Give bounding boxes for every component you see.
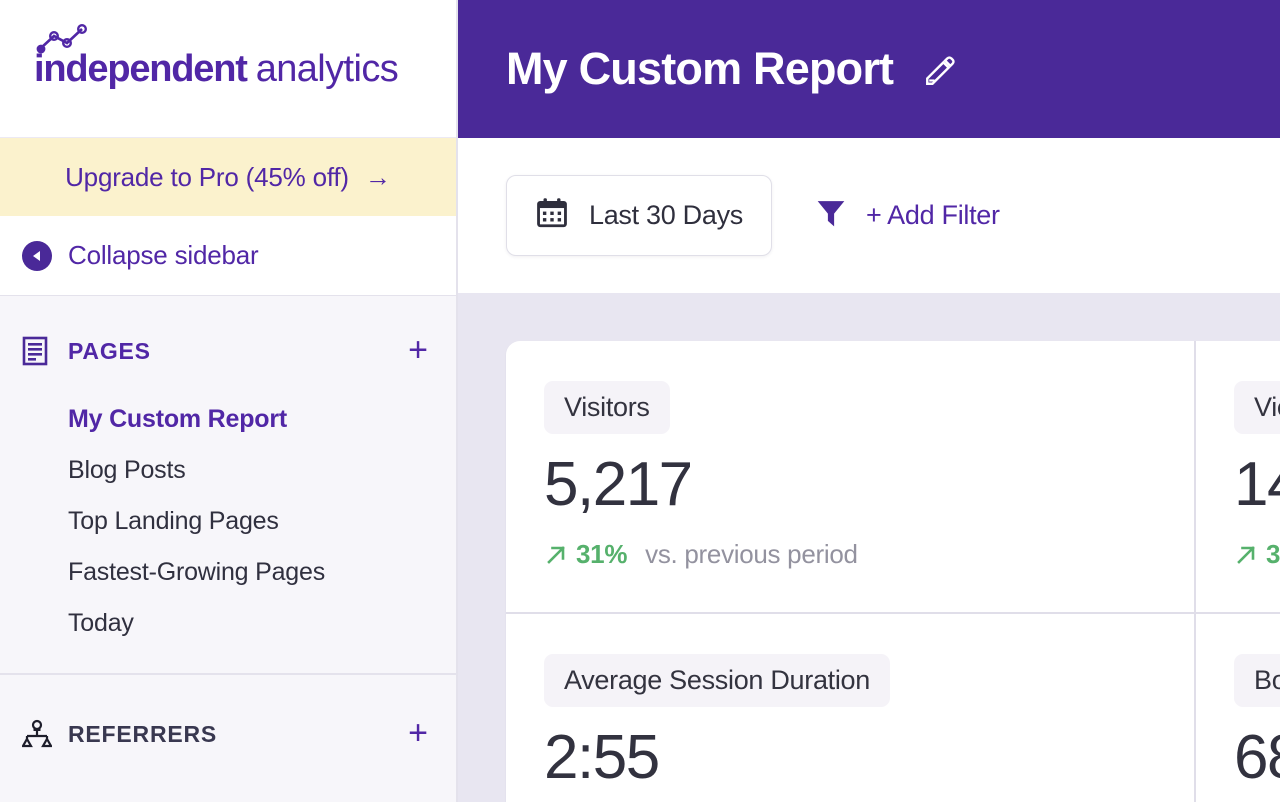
stat-label: Average Session Duration (544, 654, 890, 708)
sidebar-item-my-custom-report[interactable]: My Custom Report (0, 394, 456, 445)
main-panel: My Custom Report Last 30 Days + Add Filt… (458, 0, 1280, 802)
referrers-section-header: REFERRERS + (0, 716, 456, 750)
sidebar: independent analytics Upgrade to Pro (45… (0, 0, 458, 802)
logo-area: independent analytics (0, 0, 456, 138)
arrow-right-icon: → (364, 162, 391, 192)
sidebar-item-blog-posts[interactable]: Blog Posts (0, 445, 456, 496)
brand-logo[interactable]: independent analytics (34, 23, 399, 90)
stat-delta: 3 (1234, 539, 1280, 570)
stat-delta-value: 3 (1266, 539, 1280, 570)
stat-label: Views (1234, 381, 1280, 434)
trend-up-icon-group: 3 (1234, 539, 1280, 570)
report-toolbar: Last 30 Days + Add Filter (458, 138, 1280, 293)
chevron-left-circle-icon (22, 240, 52, 271)
stat-value: 14 (1234, 450, 1280, 519)
report-content: Visitors 5,217 31% vs. previous period V (458, 293, 1280, 802)
stat-card-bounce-rate[interactable]: Bounce Rate 68 (1196, 614, 1280, 802)
add-referrer-button[interactable]: + (408, 716, 428, 750)
pages-section-header: PAGES + (0, 333, 456, 367)
stat-delta-value: 31% (576, 539, 628, 570)
funnel-icon (814, 196, 848, 235)
sidebar-item-today[interactable]: Today (0, 598, 456, 649)
sidebar-item-top-landing-pages[interactable]: Top Landing Pages (0, 496, 456, 547)
document-lines-icon (22, 336, 56, 366)
stat-value: 68 (1234, 723, 1280, 793)
sidebar-item-fastest-growing-pages[interactable]: Fastest-Growing Pages (0, 547, 456, 598)
stat-value: 5,217 (544, 450, 693, 519)
upgrade-label: Upgrade to Pro (45% off) (65, 161, 349, 192)
page-header: My Custom Report (458, 0, 1280, 138)
arrow-up-right-icon (547, 545, 565, 564)
stat-label: Visitors (544, 381, 670, 434)
stat-delta: 31% vs. previous period (544, 539, 1156, 570)
stats-card-grid: Visitors 5,217 31% vs. previous period V (506, 341, 1280, 802)
add-filter-button[interactable]: + Add Filter (814, 196, 1000, 235)
add-filter-label: + Add Filter (865, 200, 1000, 230)
add-page-button[interactable]: + (408, 333, 428, 367)
stat-card-average-session-duration[interactable]: Average Session Duration 2:55 12% vs. pr… (506, 614, 1196, 802)
app-root: independent analytics Upgrade to Pro (45… (0, 0, 1280, 802)
sidebar-section-referrers: REFERRERS + (0, 675, 456, 801)
arrow-up-right-icon (1237, 545, 1255, 564)
stat-label: Bounce Rate (1234, 654, 1280, 708)
stat-delta-note: vs. previous period (645, 539, 858, 570)
trend-up-icon-group: 31% (544, 539, 627, 570)
stat-card-views[interactable]: Views 14 3 (1196, 341, 1280, 615)
pages-section-title: PAGES (68, 337, 151, 364)
sitemap-icon (22, 719, 56, 749)
calendar-icon (535, 196, 569, 235)
upgrade-to-pro-banner[interactable]: Upgrade to Pro (45% off) → (0, 138, 456, 216)
sidebar-section-pages: PAGES + My Custom Report Blog Posts Top … (0, 296, 456, 675)
stat-card-visitors[interactable]: Visitors 5,217 31% vs. previous period (506, 341, 1196, 615)
logo-word-analytics: analytics (255, 47, 399, 90)
referrers-section-title: REFERRERS (68, 720, 218, 747)
pencil-icon[interactable] (923, 54, 957, 88)
page-title: My Custom Report (506, 43, 894, 94)
collapse-sidebar-button[interactable]: Collapse sidebar (0, 216, 456, 296)
collapse-sidebar-label: Collapse sidebar (68, 240, 259, 270)
line-chart-icon (36, 23, 88, 59)
date-range-picker[interactable]: Last 30 Days (506, 175, 772, 256)
date-range-label: Last 30 Days (589, 200, 743, 230)
stat-value: 2:55 (544, 723, 660, 793)
